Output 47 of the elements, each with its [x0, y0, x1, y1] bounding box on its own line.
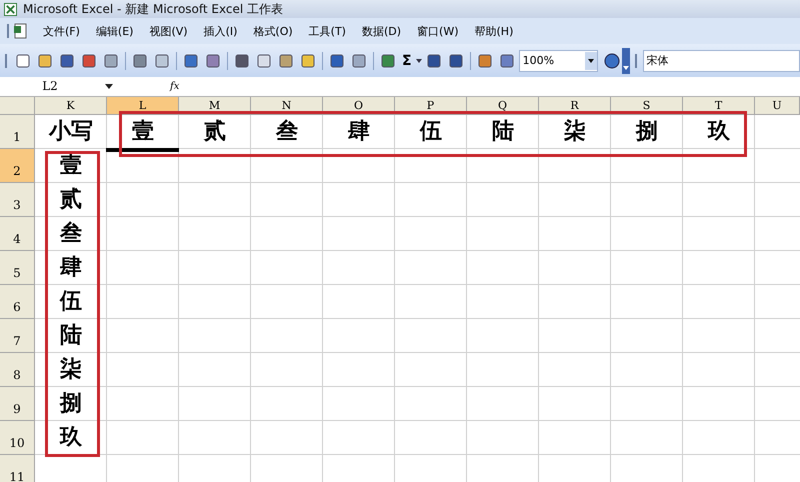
name-box[interactable]: L2 — [0, 77, 100, 96]
column-header[interactable]: K — [35, 97, 107, 115]
table-cell-text: 伍 — [58, 287, 83, 316]
row-header[interactable]: 6 — [0, 285, 35, 319]
row-header[interactable]: 1 — [0, 115, 35, 149]
table-cell-text: 贰 — [202, 117, 227, 146]
column-header[interactable]: U — [755, 97, 800, 115]
menu-item[interactable]: 插入(I) — [196, 24, 246, 38]
table-cell-text: 玖 — [58, 423, 83, 452]
row-header[interactable]: 2 — [0, 149, 35, 183]
table-cell-text: 壹 — [59, 151, 83, 180]
table-cell-text: 肆 — [59, 253, 83, 282]
row-header[interactable]: 5 — [0, 251, 35, 285]
zoom-dropdown[interactable]: 100% — [518, 50, 598, 72]
menu-item[interactable]: 格式(O) — [245, 24, 301, 38]
row-header[interactable]: 11 — [0, 455, 35, 482]
menu-item[interactable]: 编辑(E) — [88, 24, 142, 38]
row-header[interactable]: 10 — [0, 421, 35, 455]
menu-item[interactable]: 工具(T) — [300, 24, 354, 38]
table-cell-text: 捌 — [58, 389, 83, 418]
table-cell-text: 陆 — [59, 321, 83, 350]
table-cell-text: 陆 — [491, 117, 515, 146]
menu-item[interactable]: 帮助(H) — [466, 24, 522, 38]
row-header[interactable]: 3 — [0, 183, 35, 217]
table-cell-text: 贰 — [58, 185, 83, 214]
table-cell-text: 柒 — [563, 117, 587, 146]
row-header[interactable]: 7 — [0, 319, 35, 353]
table-cell-text: 叁 — [274, 117, 299, 146]
table-cell-text: 伍 — [418, 117, 443, 146]
table-cell-text: 小写 — [48, 117, 94, 146]
row-header[interactable]: 4 — [0, 217, 35, 251]
menu-item[interactable]: 数据(D) — [354, 24, 410, 38]
table-cell-text: 玖 — [706, 117, 731, 146]
row-header[interactable]: 8 — [0, 353, 35, 387]
autosum-button[interactable]: Σ — [400, 52, 414, 68]
menu-item[interactable]: 文件(F) — [35, 24, 88, 38]
window-title: Microsoft Excel - 新建 Microsoft Excel 工作表 — [23, 0, 284, 18]
table-cell-text: 壹 — [131, 117, 155, 146]
table-cell-text: 肆 — [347, 117, 371, 146]
menu-item[interactable]: 窗口(W) — [409, 24, 466, 38]
table-cell-text: 叁 — [58, 219, 83, 248]
row-header[interactable]: 9 — [0, 387, 35, 421]
table-cell-text: 捌 — [634, 117, 659, 146]
font-name-field[interactable]: 宋体 — [642, 50, 800, 72]
insert-function-button[interactable]: fx — [166, 81, 184, 92]
menu-item[interactable]: 视图(V) — [141, 24, 196, 38]
table-cell-text: 柒 — [59, 355, 83, 384]
